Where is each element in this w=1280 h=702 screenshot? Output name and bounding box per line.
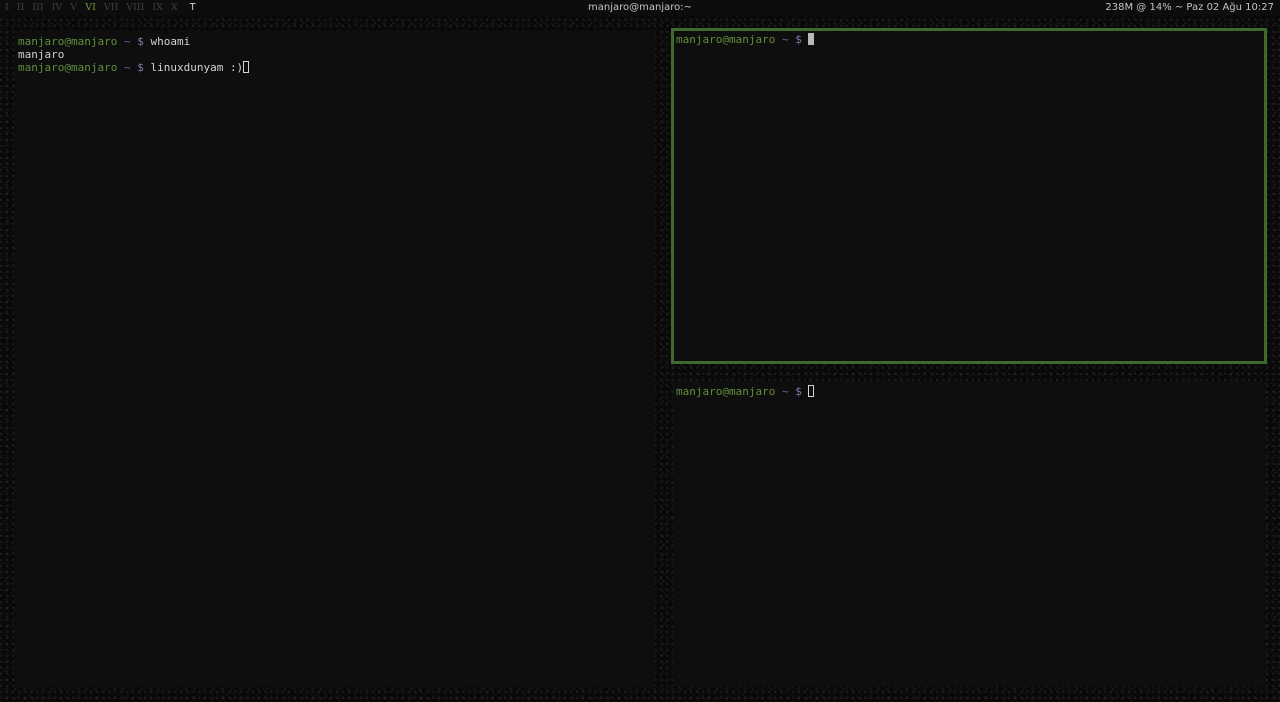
prompt-symbol: $ <box>795 385 802 398</box>
text-cursor <box>808 33 815 45</box>
prompt-path: ~ <box>123 61 131 74</box>
prompt-symbol: $ <box>137 61 144 74</box>
window-title: manjaro@manjaro:~ <box>588 2 692 13</box>
prompt-user-host: manjaro@manjaro <box>18 61 118 74</box>
terminal-line: manjaro@manjaro ~ $ <box>676 33 1262 46</box>
prompt-path: ~ <box>781 33 789 46</box>
terminal-line: manjaro@manjaro ~ $ linuxdunyam :) <box>18 61 652 74</box>
prompt-path: ~ <box>781 385 789 398</box>
terminal-pane-top-right-focused[interactable]: manjaro@manjaro ~ $ <box>671 28 1267 364</box>
terminal-line: manjaro@manjaro ~ $ whoami <box>18 35 652 48</box>
command-text: whoami <box>150 35 191 48</box>
top-status-bar: I II III IV V VI VII VIII IX X T manjaro… <box>0 0 1280 15</box>
prompt-path: ~ <box>123 35 131 48</box>
command-text: linuxdunyam :) <box>150 61 244 74</box>
terminal-pane-bottom-right[interactable]: manjaro@manjaro ~ $ <box>673 381 1265 686</box>
terminal-line: manjaro@manjaro ~ $ <box>676 385 1262 398</box>
prompt-user-host: manjaro@manjaro <box>18 35 118 48</box>
command-output: manjaro <box>18 48 65 61</box>
terminal-pane-left[interactable]: manjaro@manjaro ~ $ whoami manjaro manja… <box>15 31 655 687</box>
prompt-symbol: $ <box>795 33 802 46</box>
prompt-symbol: $ <box>137 35 144 48</box>
system-status: 238M @ 14% ~ Paz 02 Ağu 10:27 <box>1105 2 1274 13</box>
prompt-user-host: manjaro@manjaro <box>676 385 776 398</box>
text-cursor <box>243 61 250 73</box>
text-cursor <box>808 385 815 397</box>
prompt-user-host: manjaro@manjaro <box>676 33 776 46</box>
